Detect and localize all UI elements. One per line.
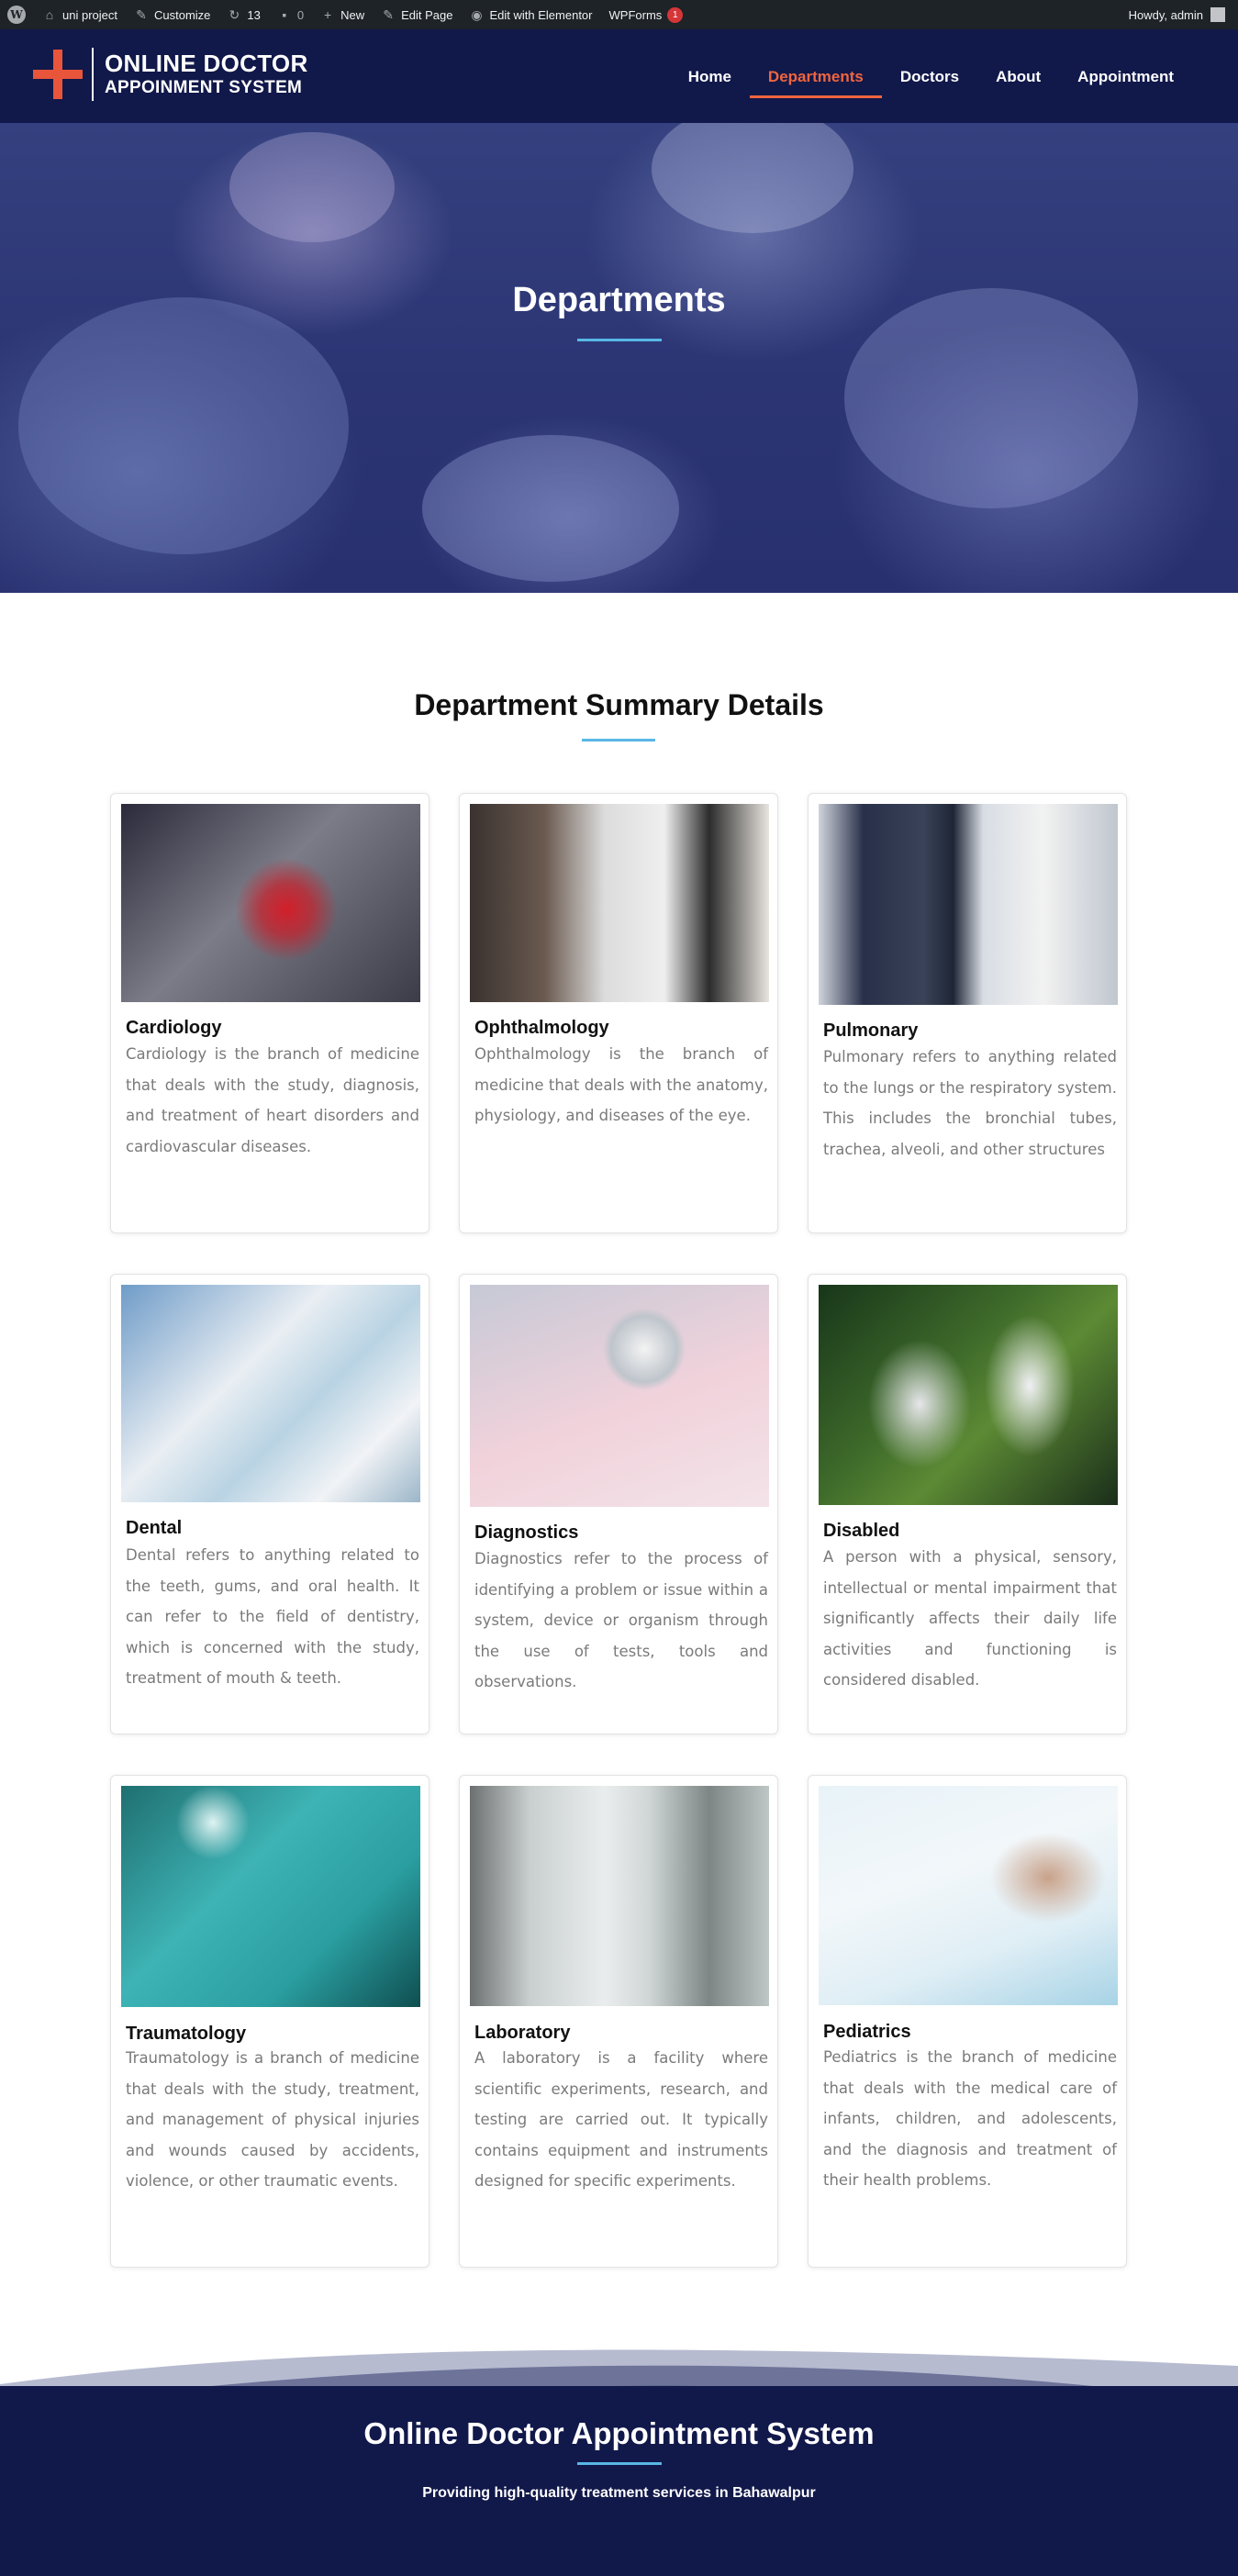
department-title: Traumatology — [126, 2024, 247, 2044]
department-title: Disabled — [823, 1521, 900, 1541]
section-underline — [582, 739, 655, 742]
diagnostics-image — [470, 1285, 769, 1507]
department-card-cardiology: Cardiology Cardiology is the branch of m… — [110, 793, 429, 1233]
wpforms-link[interactable]: WPForms 1 — [608, 6, 684, 23]
avatar — [1210, 7, 1225, 22]
edit-page-link[interactable]: ✎ Edit Page — [381, 7, 452, 22]
nav-doctors[interactable]: Doctors — [882, 62, 977, 95]
logo-line-1: ONLINE DOCTOR — [105, 50, 308, 78]
cardiology-image — [121, 804, 420, 1002]
updates-count: 13 — [247, 7, 261, 22]
comments-count: 0 — [296, 7, 305, 22]
department-description: A person with a physical, sensory, intel… — [823, 1548, 1117, 1689]
ophthalmology-image — [470, 804, 769, 1002]
comments-link[interactable]: ▪ 0 — [277, 7, 304, 22]
department-title: Laboratory — [474, 2023, 571, 2043]
nav-departments[interactable]: Departments — [749, 62, 882, 98]
pencil-icon: ✎ — [383, 7, 394, 22]
department-title: Cardiology — [126, 1018, 222, 1038]
nav-about[interactable]: About — [977, 62, 1059, 95]
customize-label: Customize — [153, 7, 211, 22]
page-title: Departments — [512, 281, 726, 319]
wpforms-label: WPForms — [608, 7, 663, 22]
wpforms-notification-badge: 1 — [667, 6, 684, 23]
site-name-label: uni project — [62, 7, 117, 22]
main-nav: Home Departments Doctors About Appointme… — [670, 62, 1192, 98]
dental-image — [121, 1285, 420, 1502]
wordpress-logo-icon: W — [7, 6, 26, 24]
edit-elementor-link[interactable]: ◉ Edit with Elementor — [470, 7, 593, 22]
nav-home[interactable]: Home — [670, 62, 750, 95]
department-title: Dental — [126, 1518, 183, 1538]
department-title: Ophthalmology — [474, 1018, 609, 1038]
plus-icon: + — [324, 7, 332, 22]
department-description: Traumatology is a branch of medicine tha… — [126, 2049, 419, 2190]
department-description: A laboratory is a facility where scienti… — [474, 2049, 768, 2190]
department-title: Diagnostics — [474, 1522, 579, 1543]
department-card-dental: Dental Dental refers to anything related… — [110, 1274, 429, 1734]
edit-elementor-label: Edit with Elementor — [489, 7, 593, 22]
new-label: New — [340, 7, 365, 22]
comment-icon: ▪ — [282, 7, 287, 22]
title-underline — [577, 339, 662, 341]
customize-link[interactable]: ✎ Customize — [134, 7, 210, 22]
department-card-ophthalmology: Ophthalmology Ophthalmology is the branc… — [459, 793, 778, 1233]
brush-icon: ✎ — [136, 7, 147, 22]
site-header: ONLINE DOCTOR APPOINMENT SYSTEM Home Dep… — [0, 29, 1238, 123]
disabled-image — [819, 1285, 1118, 1505]
surgeons-background-image — [18, 123, 1138, 582]
pulmonary-image — [819, 804, 1118, 1005]
department-card-disabled: Disabled A person with a physical, senso… — [808, 1274, 1127, 1734]
site-footer — [0, 2386, 1238, 2576]
department-card-laboratory: Laboratory A laboratory is a facility wh… — [459, 1775, 778, 2268]
admin-bar: W ⌂ uni project ✎ Customize ↻ 13 ▪ 0 + N… — [0, 0, 1238, 29]
section-title: Department Summary Details — [414, 688, 824, 721]
medical-cross-icon — [33, 50, 83, 99]
updates-link[interactable]: ↻ 13 — [227, 7, 261, 22]
new-content-link[interactable]: + New — [320, 7, 364, 22]
greeting-label: Howdy, admin — [1128, 7, 1203, 22]
site-logo[interactable]: ONLINE DOCTOR APPOINMENT SYSTEM — [33, 48, 308, 101]
department-title: Pediatrics — [823, 2022, 911, 2042]
wordpress-menu[interactable]: W — [7, 6, 26, 24]
elementor-icon: ◉ — [471, 7, 483, 22]
account-menu[interactable]: Howdy, admin — [1129, 7, 1225, 22]
department-card-pulmonary: Pulmonary Pulmonary refers to anything r… — [808, 793, 1127, 1233]
department-card-diagnostics: Diagnostics Diagnostics refer to the pro… — [459, 1274, 778, 1734]
department-description: Ophthalmology is the branch of medicine … — [474, 1045, 768, 1124]
footer-title: Online Doctor Appointment System — [363, 2416, 875, 2450]
logo-divider — [92, 48, 94, 101]
department-description: Pulmonary refers to anything related to … — [823, 1048, 1117, 1158]
traumatology-image — [121, 1786, 420, 2007]
department-card-pediatrics: Pediatrics Pediatrics is the branch of m… — [808, 1775, 1127, 2268]
footer-underline — [577, 2462, 662, 2465]
footer-subtitle: Providing high-quality treatment service… — [422, 2485, 816, 2501]
department-description: Cardiology is the branch of medicine tha… — [126, 1045, 419, 1155]
edit-page-label: Edit Page — [401, 7, 453, 22]
home-icon: ⌂ — [45, 7, 54, 22]
department-description: Dental refers to anything related to the… — [126, 1546, 419, 1687]
logo-line-2: APPOINMENT SYSTEM — [105, 77, 303, 97]
nav-appointment[interactable]: Appointment — [1059, 62, 1192, 95]
site-name-link[interactable]: ⌂ uni project — [42, 7, 117, 22]
laboratory-image — [470, 1786, 769, 2006]
department-description: Diagnostics refer to the process of iden… — [474, 1550, 768, 1690]
hero-banner: Departments — [0, 123, 1238, 593]
logo-text: ONLINE DOCTOR APPOINMENT SYSTEM — [105, 50, 308, 97]
department-title: Pulmonary — [823, 1020, 919, 1041]
pediatrics-image — [819, 1786, 1118, 2005]
refresh-icon: ↻ — [229, 7, 240, 22]
department-card-traumatology: Traumatology Traumatology is a branch of… — [110, 1775, 429, 2268]
department-description: Pediatrics is the branch of medicine tha… — [823, 2048, 1117, 2189]
